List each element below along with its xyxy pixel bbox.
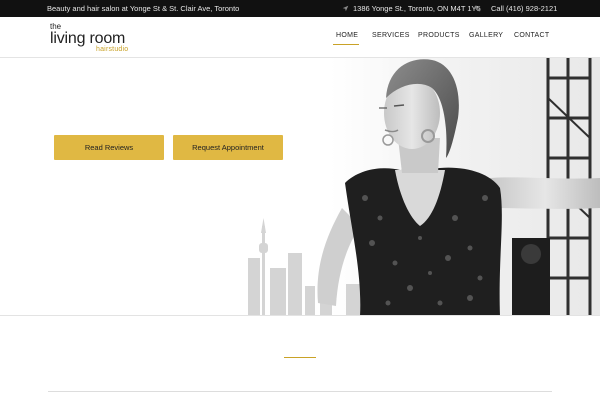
nav-contact[interactable]: CONTACT [514, 32, 549, 39]
nav-products[interactable]: PRODUCTS [418, 32, 460, 39]
address-text: 1386 Yonge St., Toronto, ON M4T 1Y5 [353, 4, 481, 13]
hero-image [0, 58, 600, 315]
read-reviews-button[interactable]: Read Reviews [54, 135, 164, 160]
nav-services[interactable]: SERVICES [372, 32, 410, 39]
nav-active-underline [333, 44, 359, 45]
address[interactable]: 1386 Yonge St., Toronto, ON M4T 1Y5 [342, 4, 481, 13]
section-divider-gold [284, 357, 316, 358]
tagline: Beauty and hair salon at Yonge St & St. … [47, 4, 240, 13]
phone-icon [474, 5, 481, 12]
location-arrow-icon [342, 5, 349, 12]
section-divider-gray [48, 391, 552, 392]
top-bar: Beauty and hair salon at Yonge St & St. … [0, 0, 600, 17]
main-nav: HOME SERVICES PRODUCTS GALLERY CONTACT [0, 17, 600, 58]
nav-gallery[interactable]: GALLERY [469, 32, 503, 39]
phone-text: Call (416) 928-2121 [491, 4, 558, 13]
nav-home[interactable]: HOME [336, 32, 358, 39]
phone[interactable]: Call (416) 928-2121 [474, 4, 557, 13]
hero-banner: Read Reviews Request Appointment [0, 58, 600, 316]
request-appointment-button[interactable]: Request Appointment [173, 135, 283, 160]
